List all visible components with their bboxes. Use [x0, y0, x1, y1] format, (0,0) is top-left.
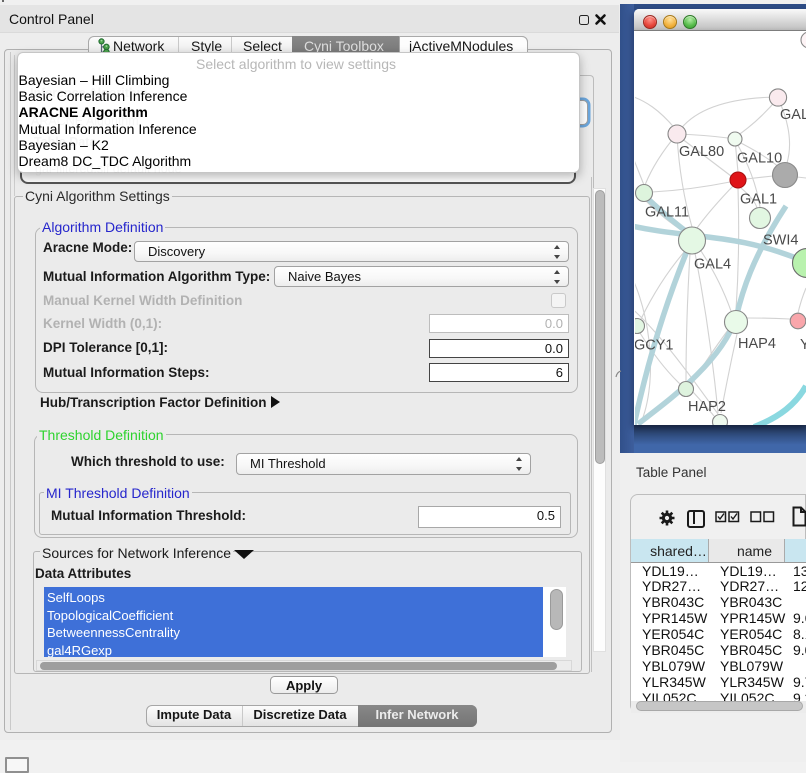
svg-text:HAP2: HAP2 — [688, 399, 726, 415]
svg-text:HAP4: HAP4 — [738, 336, 776, 352]
svg-text:GAL7: GAL7 — [780, 107, 806, 123]
svg-text:GAL11: GAL11 — [645, 205, 689, 221]
svg-text:YJ: YJ — [800, 337, 806, 353]
svg-text:GAL1: GAL1 — [740, 192, 777, 208]
svg-text:GCY1: GCY1 — [635, 338, 674, 354]
svg-text:GAL80: GAL80 — [679, 144, 724, 160]
svg-text:SWI4: SWI4 — [763, 233, 798, 249]
svg-text:GAL4: GAL4 — [694, 257, 731, 273]
svg-text:GAL10: GAL10 — [737, 151, 782, 167]
